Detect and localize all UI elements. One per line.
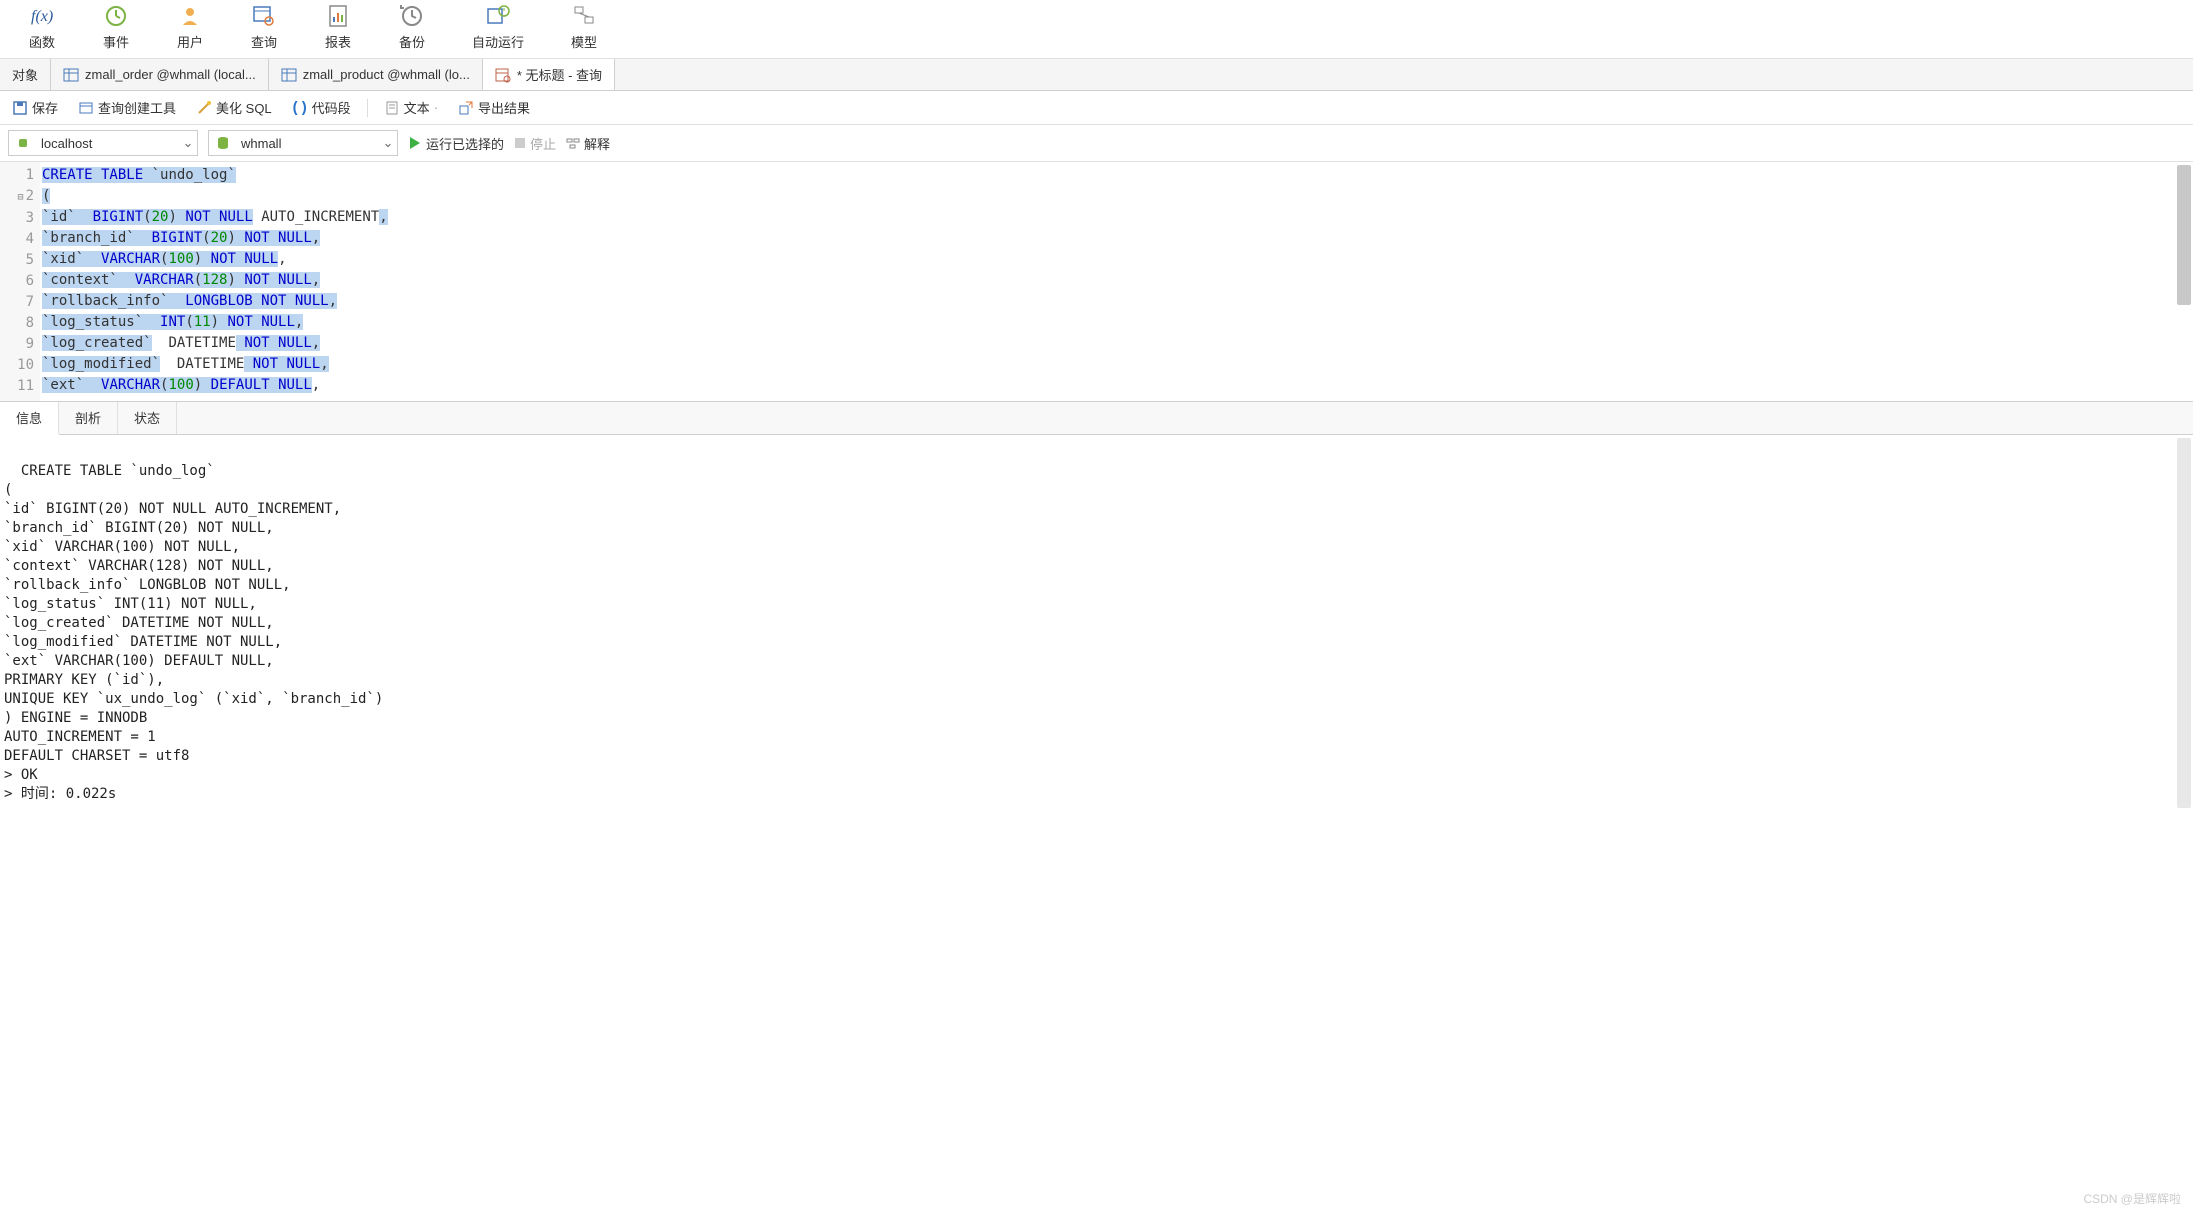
- save-button[interactable]: 保存: [8, 96, 62, 119]
- tab-label: 对象: [12, 65, 38, 84]
- database-combo[interactable]: whmall ⌄: [208, 130, 398, 156]
- export-button[interactable]: 导出结果: [454, 96, 534, 119]
- main-toolbar: f(x) 函数 事件 用户 查询 报表 备份 自动运行 模型: [0, 0, 2193, 59]
- plug-icon: [13, 133, 33, 153]
- save-icon: [12, 100, 28, 116]
- query-builder-icon: [78, 100, 94, 116]
- save-label: 保存: [32, 98, 58, 117]
- svg-text:f(x): f(x): [31, 8, 53, 25]
- snippet-button[interactable]: ( ) 代码段: [288, 96, 355, 119]
- toolbar-label: 函数: [29, 32, 55, 51]
- connection-bar: localhost ⌄ whmall ⌄ 运行已选择的 停止 解释: [0, 125, 2193, 162]
- connection-value: localhost: [37, 136, 179, 151]
- toolbar-label: 自动运行: [472, 32, 524, 51]
- chevron-down-icon: ⌄: [179, 135, 197, 151]
- sql-editor[interactable]: 1234567891011 CREATE TABLE `undo_log`(`i…: [0, 162, 2193, 402]
- chevron-down-icon: ⌄: [379, 135, 397, 151]
- toolbar-label: 查询: [251, 32, 277, 51]
- result-scrollbar[interactable]: [2177, 438, 2191, 808]
- editor-scrollbar[interactable]: [2177, 165, 2191, 305]
- table-icon: [281, 67, 297, 83]
- brackets-icon: ( ): [292, 100, 308, 116]
- tab-label: zmall_product @whmall (lo...: [303, 67, 470, 82]
- secondary-toolbar: 保存 查询创建工具 美化 SQL ( ) 代码段 文本 导出结果: [0, 91, 2193, 125]
- document-tabs: 对象 zmall_order @whmall (local... zmall_pro…: [0, 59, 2193, 91]
- toolbar-model[interactable]: 模型: [562, 0, 606, 53]
- query-icon: [495, 67, 511, 83]
- play-icon: [408, 136, 422, 150]
- export-icon: [458, 100, 474, 116]
- doc-icon: [384, 100, 400, 116]
- toolbar-label: 模型: [571, 32, 597, 51]
- model-icon: [570, 2, 598, 30]
- code-content[interactable]: CREATE TABLE `undo_log`(`id` BIGINT(20) …: [40, 162, 2193, 401]
- result-tab-info[interactable]: 信息: [0, 402, 59, 435]
- toolbar-event[interactable]: 事件: [94, 0, 138, 53]
- backup-icon: [398, 2, 426, 30]
- tab-label: * 无标题 - 查询: [517, 65, 602, 84]
- event-icon: [102, 2, 130, 30]
- text-button[interactable]: 文本: [380, 96, 442, 119]
- toolbar-report[interactable]: 报表: [316, 0, 360, 53]
- line-gutter: 1234567891011: [0, 162, 40, 401]
- table-icon: [63, 67, 79, 83]
- explain-icon: [566, 136, 580, 150]
- toolbar-backup[interactable]: 备份: [390, 0, 434, 53]
- tab-tab2[interactable]: zmall_product @whmall (lo...: [269, 59, 483, 90]
- query-icon: [250, 2, 278, 30]
- toolbar-label: 事件: [103, 32, 129, 51]
- toolbar-user[interactable]: 用户: [168, 0, 212, 53]
- stop-button[interactable]: 停止: [514, 134, 556, 153]
- text-label: 文本: [404, 98, 430, 117]
- wand-icon: [196, 100, 212, 116]
- snippet-label: 代码段: [312, 98, 351, 117]
- tab-object[interactable]: 对象: [0, 59, 51, 90]
- run-label: 运行已选择的: [426, 134, 504, 153]
- stop-icon: [514, 137, 526, 149]
- toolbar-query[interactable]: 查询: [242, 0, 286, 53]
- user-icon: [176, 2, 204, 30]
- result-tab-profile[interactable]: 剖析: [59, 402, 118, 434]
- connection-combo[interactable]: localhost ⌄: [8, 130, 198, 156]
- toolbar-label: 用户: [177, 32, 203, 51]
- export-label: 导出结果: [478, 98, 530, 117]
- explain-label: 解释: [584, 134, 610, 153]
- beautify-label: 美化 SQL: [216, 98, 272, 117]
- tab-tab3[interactable]: * 无标题 - 查询: [483, 59, 615, 90]
- beautify-button[interactable]: 美化 SQL: [192, 96, 276, 119]
- run-button[interactable]: 运行已选择的: [408, 134, 504, 153]
- result-text: CREATE TABLE `undo_log` ( `id` BIGINT(20…: [4, 463, 383, 802]
- autorun-icon: [484, 2, 512, 30]
- watermark: CSDN @是辉辉啦: [2083, 1190, 2181, 1207]
- result-tabs: 信息剖析状态: [0, 402, 2193, 435]
- report-icon: [324, 2, 352, 30]
- func-icon: f(x): [28, 2, 56, 30]
- explain-button[interactable]: 解释: [566, 134, 610, 153]
- database-icon: [213, 133, 233, 153]
- result-output: CREATE TABLE `undo_log` ( `id` BIGINT(20…: [0, 435, 2193, 815]
- stop-label: 停止: [530, 134, 556, 153]
- query-builder-label: 查询创建工具: [98, 98, 176, 117]
- toolbar-label: 备份: [399, 32, 425, 51]
- database-value: whmall: [237, 136, 379, 151]
- result-tab-status[interactable]: 状态: [118, 402, 177, 434]
- query-builder-button[interactable]: 查询创建工具: [74, 96, 180, 119]
- toolbar-func[interactable]: f(x) 函数: [20, 0, 64, 53]
- toolbar-autorun[interactable]: 自动运行: [464, 0, 532, 53]
- toolbar-label: 报表: [325, 32, 351, 51]
- tab-tab1[interactable]: zmall_order @whmall (local...: [51, 59, 269, 90]
- tab-label: zmall_order @whmall (local...: [85, 67, 256, 82]
